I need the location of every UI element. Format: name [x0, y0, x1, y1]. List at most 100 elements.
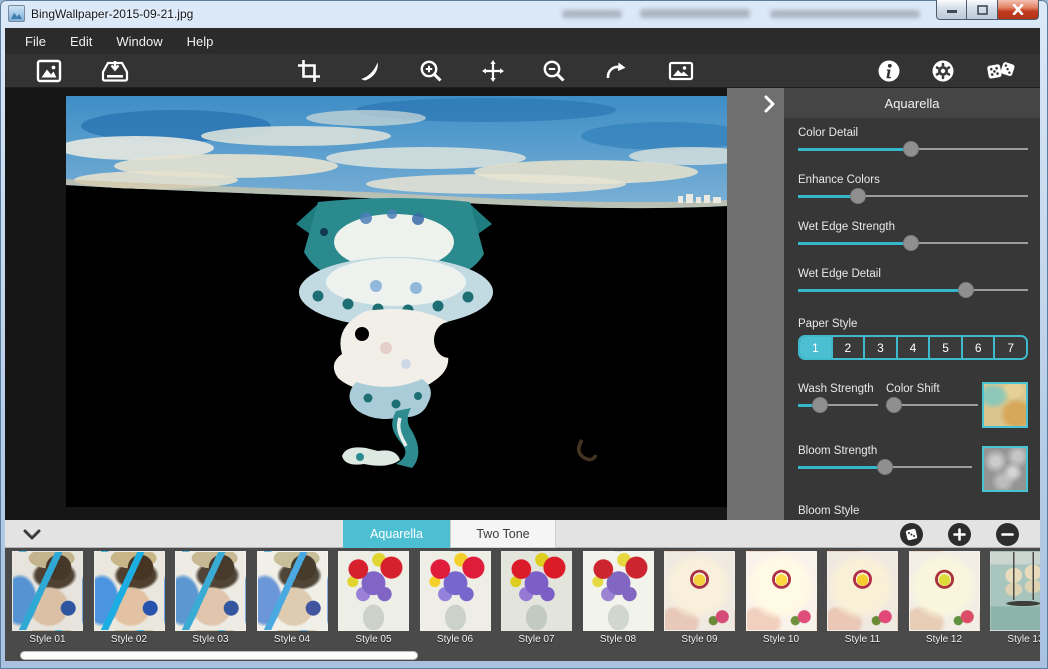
zoom-in-icon [419, 59, 443, 83]
paper-style-3[interactable]: 3 [863, 337, 896, 358]
horizontal-scrollbar[interactable] [20, 651, 418, 660]
preview-original-button[interactable] [667, 57, 695, 85]
style-preview-image[interactable] [420, 551, 491, 631]
title-bar[interactable]: BingWallpaper-2015-09-21.jpg [0, 0, 1048, 28]
slider-thumb[interactable] [886, 397, 902, 413]
slider-thumb[interactable] [903, 235, 919, 251]
save-image-icon [101, 59, 129, 83]
save-image-button[interactable] [101, 57, 129, 85]
panel-collapse-strip[interactable] [727, 88, 784, 520]
style-thumbnail[interactable]: Style 09 [664, 551, 735, 645]
style-thumbnail[interactable]: Style 06 [420, 551, 491, 645]
style-thumbnail[interactable]: Style 07 [501, 551, 572, 645]
slider-thumb[interactable] [850, 188, 866, 204]
enhance-colors-slider[interactable] [798, 187, 1028, 205]
style-thumbnail[interactable]: Style 04 [257, 551, 328, 645]
tab-aquarella[interactable]: Aquarella [343, 520, 450, 548]
brush-button[interactable] [356, 57, 384, 85]
style-preview-image[interactable] [12, 551, 83, 631]
wet-edge-detail-slider[interactable] [798, 281, 1028, 299]
wash-strength-label: Wash Strength [798, 382, 886, 396]
wash-strength-slider[interactable] [798, 396, 878, 414]
paper-style-selector: 1 2 3 4 5 6 7 [798, 335, 1028, 360]
style-preview-image[interactable] [583, 551, 654, 631]
style-preview-image[interactable] [257, 551, 328, 631]
settings-button[interactable] [929, 57, 957, 85]
style-preview-image[interactable] [175, 551, 246, 631]
paper-style-1[interactable]: 1 [800, 337, 831, 358]
slider-thumb[interactable] [958, 282, 974, 298]
paper-style-5[interactable]: 5 [928, 337, 961, 358]
die-icon [904, 527, 919, 542]
style-preview-image[interactable] [501, 551, 572, 631]
add-style-button[interactable] [948, 523, 971, 546]
style-thumbnail[interactable]: Style 12 [909, 551, 980, 645]
brush-icon [358, 59, 382, 83]
toolbar [5, 54, 1040, 88]
presets-bar: Aquarella Two Tone [5, 520, 1040, 548]
dice-icon [986, 59, 1016, 83]
style-preview-image[interactable] [94, 551, 165, 631]
maximize-button[interactable] [967, 0, 997, 20]
style-preview-image[interactable] [338, 551, 409, 631]
redo-button[interactable] [602, 57, 630, 85]
pan-icon [481, 59, 505, 83]
color-detail-slider[interactable] [798, 140, 1028, 158]
style-thumbnail[interactable]: Style 11 [827, 551, 898, 645]
minimize-button[interactable] [936, 0, 967, 20]
crop-icon [297, 59, 321, 83]
slider-thumb[interactable] [812, 397, 828, 413]
edited-image-canvas[interactable] [66, 96, 727, 507]
random-style-button[interactable] [900, 523, 923, 546]
style-label: Style 03 [175, 634, 246, 645]
zoom-out-icon [542, 59, 566, 83]
color-shift-slider[interactable] [886, 396, 978, 414]
slider-thumb[interactable] [877, 459, 893, 475]
menu-edit[interactable]: Edit [58, 28, 104, 54]
style-thumbnail[interactable]: Style 13 [990, 551, 1040, 645]
wet-edge-strength-slider[interactable] [798, 234, 1028, 252]
zoom-in-button[interactable] [417, 57, 445, 85]
crop-button[interactable] [295, 57, 323, 85]
style-label: Style 11 [827, 634, 898, 645]
style-preview-image[interactable] [664, 551, 735, 631]
bloom-texture-preview[interactable] [982, 446, 1028, 492]
style-label: Style 06 [420, 634, 491, 645]
open-image-button[interactable] [35, 57, 63, 85]
style-thumbnail[interactable]: Style 08 [583, 551, 654, 645]
style-thumbnail[interactable]: Style 05 [338, 551, 409, 645]
pan-button[interactable] [479, 57, 507, 85]
style-preview-image[interactable] [827, 551, 898, 631]
style-preview-image[interactable] [909, 551, 980, 631]
style-preview-image[interactable] [990, 551, 1040, 631]
paper-style-2[interactable]: 2 [831, 337, 864, 358]
paper-style-label: Paper Style [798, 317, 1028, 331]
close-icon [1012, 4, 1024, 15]
style-thumbnail[interactable]: Style 02 [94, 551, 165, 645]
style-thumbnail[interactable]: Style 01 [12, 551, 83, 645]
zoom-out-button[interactable] [540, 57, 568, 85]
bloom-strength-slider[interactable] [798, 458, 972, 476]
effect-settings-panel: Aquarella Color Detail Enhance Colors [784, 88, 1040, 520]
color-shift-label: Color Shift [886, 382, 940, 396]
menu-help[interactable]: Help [175, 28, 226, 54]
menu-window[interactable]: Window [104, 28, 174, 54]
menu-bar: File Edit Window Help [5, 28, 1040, 54]
paper-style-7[interactable]: 7 [993, 337, 1026, 358]
chevron-down-icon[interactable] [23, 529, 41, 540]
slider-thumb[interactable] [903, 141, 919, 157]
style-thumbnail[interactable]: Style 10 [746, 551, 817, 645]
remove-style-button[interactable] [996, 523, 1019, 546]
glass-reflection [640, 9, 750, 18]
menu-file[interactable]: File [13, 28, 58, 54]
wet-edge-detail-label: Wet Edge Detail [798, 267, 1028, 281]
paper-style-6[interactable]: 6 [961, 337, 994, 358]
tab-two-tone[interactable]: Two Tone [450, 520, 556, 548]
close-button[interactable] [997, 0, 1039, 20]
style-thumbnail[interactable]: Style 03 [175, 551, 246, 645]
random-button[interactable] [985, 57, 1017, 85]
style-preview-image[interactable] [746, 551, 817, 631]
info-button[interactable] [875, 57, 903, 85]
wash-texture-preview[interactable] [982, 382, 1028, 428]
paper-style-4[interactable]: 4 [896, 337, 929, 358]
